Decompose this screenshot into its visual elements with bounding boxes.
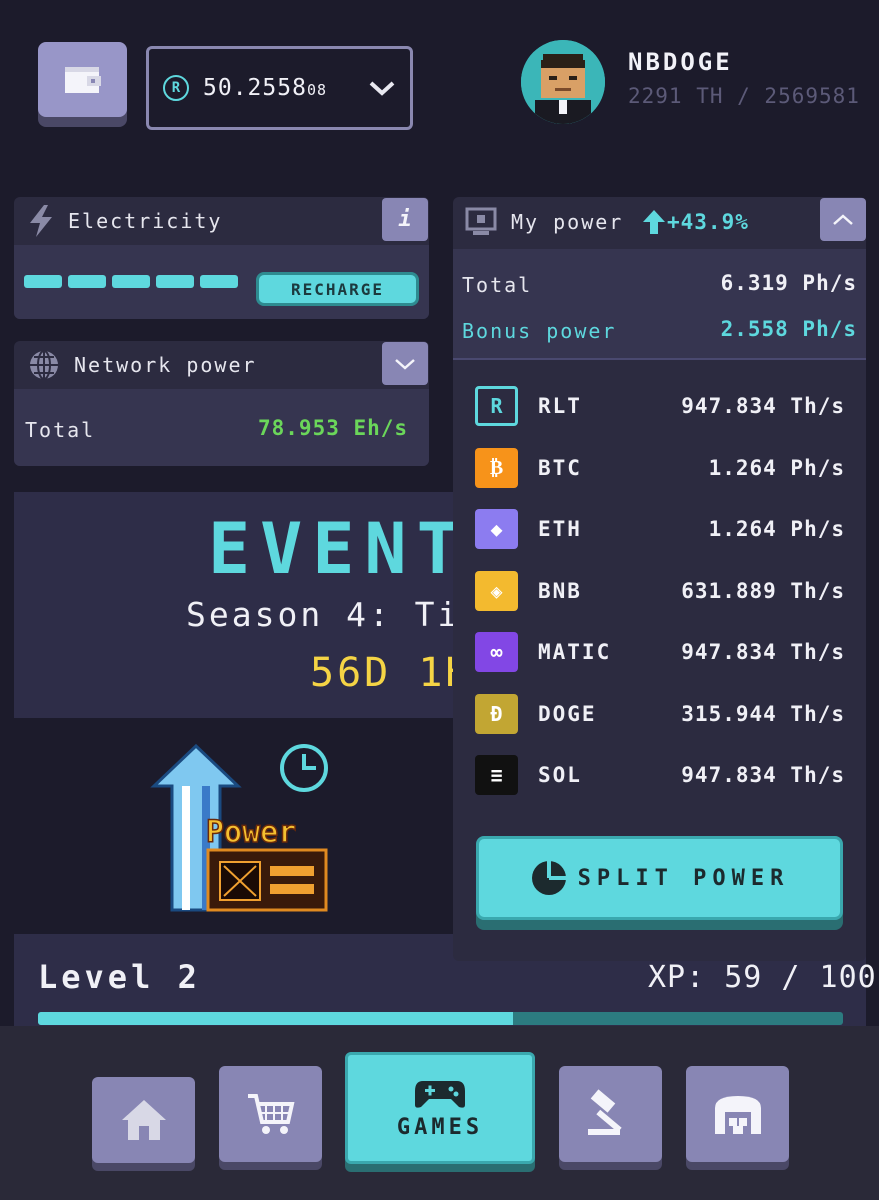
power-change-value: +43.9% [667, 210, 749, 234]
coin-row-sol: ≡ SOL 947.834 Th/s [475, 753, 845, 797]
cart-icon [247, 1094, 294, 1134]
chevron-up-icon [833, 213, 853, 225]
my-power-title: My power [511, 210, 624, 234]
chevron-down-icon [395, 358, 415, 370]
coin-name: SOL [538, 763, 582, 787]
xp-progress-bar [38, 1012, 843, 1025]
coin-row-rlt: R RLT 947.834 Th/s [475, 384, 845, 428]
nav-auction-button[interactable] [559, 1066, 662, 1162]
bnb-icon: ◈ [475, 570, 518, 611]
electricity-segment [24, 275, 62, 288]
my-power-total-label: Total [462, 273, 533, 297]
rlt-icon: R [475, 386, 518, 426]
nav-games-label: GAMES [396, 1114, 484, 1140]
network-total-label: Total [25, 418, 96, 442]
arrow-up-icon [643, 210, 665, 234]
chevron-down-icon [369, 81, 395, 96]
electricity-segment [112, 275, 150, 288]
split-power-label: SPLIT POWER [577, 865, 790, 891]
lightning-icon [30, 205, 52, 237]
coin-name: BNB [538, 578, 582, 603]
network-total-value: 78.953 Eh/s [258, 416, 409, 440]
xp-progress-fill [38, 1012, 513, 1025]
event-season: Season 4: Ti [186, 595, 461, 634]
eth-icon: ◆ [475, 509, 518, 549]
coin-name: DOGE [538, 701, 597, 726]
network-power-title: Network power [74, 353, 257, 377]
power-banner-text: Power [206, 815, 296, 850]
info-icon: i [398, 207, 412, 232]
coin-row-matic: ∞ MATIC 947.834 Th/s [475, 630, 845, 674]
electricity-segment [200, 275, 238, 288]
coin-power-value: 947.834 Th/s [681, 640, 845, 664]
coin-power-value: 315.944 Th/s [681, 701, 845, 726]
recharge-button[interactable]: RECHARGE [256, 272, 419, 306]
user-name: NBDOGE [628, 48, 733, 76]
wallet-button[interactable] [38, 42, 127, 117]
rlt-coin-icon: R [163, 75, 189, 101]
coin-row-doge: Ð DOGE 315.944 Th/s [475, 692, 845, 736]
coin-name: RLT [538, 394, 582, 418]
avatar[interactable] [521, 40, 605, 124]
event-title: EVENT [208, 508, 469, 590]
pie-chart-icon [531, 861, 566, 895]
doge-icon: Ð [475, 693, 518, 734]
electricity-title: Electricity [68, 209, 223, 233]
home-icon [121, 1100, 166, 1140]
coin-name: MATIC [538, 640, 612, 664]
bonus-power-value: 2.558 Ph/s [720, 317, 857, 341]
nav-games-button[interactable]: GAMES [345, 1052, 535, 1164]
coin-power-value: 947.834 Th/s [681, 394, 845, 418]
monitor-icon [465, 207, 497, 235]
globe-icon [30, 350, 58, 380]
my-power-collapse-button[interactable] [820, 198, 866, 241]
divider [453, 358, 866, 360]
coin-name: ETH [538, 517, 582, 541]
nav-store-button[interactable] [219, 1066, 322, 1162]
coin-power-value: 947.834 Th/s [681, 763, 845, 787]
btc-icon: ₿ [475, 447, 518, 488]
gavel-icon [587, 1089, 622, 1135]
wallet-icon [64, 66, 101, 93]
power-upgrade-image: Power [150, 743, 328, 912]
my-power-total-value: 6.319 Ph/s [720, 271, 857, 295]
warehouse-icon [714, 1096, 761, 1134]
xp-label: XP: 59 / 100 [648, 960, 877, 995]
electricity-segment [156, 275, 194, 288]
balance-selector[interactable]: R 50.255808 [146, 46, 413, 130]
gamepad-icon [415, 1080, 465, 1108]
balance-value: 50.255808 [203, 75, 327, 101]
coin-row-bnb: ◈ BNB 631.889 Th/s [475, 569, 845, 613]
network-expand-button[interactable] [382, 342, 428, 385]
coin-name: BTC [538, 455, 582, 480]
coin-row-btc: ₿ BTC 1.264 Ph/s [475, 446, 845, 490]
coin-row-eth: ◆ ETH 1.264 Ph/s [475, 507, 845, 551]
nav-home-button[interactable] [92, 1077, 195, 1163]
power-change: +43.9% [643, 210, 749, 234]
bonus-power-label: Bonus power [462, 319, 617, 343]
coin-power-value: 631.889 Th/s [681, 578, 845, 603]
sol-icon: ≡ [475, 755, 518, 795]
nav-warehouse-button[interactable] [686, 1066, 789, 1162]
electricity-segment [68, 275, 106, 288]
matic-icon: ∞ [475, 632, 518, 672]
coin-power-value: 1.264 Ph/s [708, 517, 845, 541]
coin-power-value: 1.264 Ph/s [708, 455, 845, 480]
network-power-panel: Network power [14, 341, 429, 466]
info-button[interactable]: i [382, 198, 428, 241]
level-label: Level 2 [38, 958, 201, 996]
user-rank: 2291 TH / 2569581 [628, 84, 860, 108]
split-power-button[interactable]: SPLIT POWER [476, 836, 843, 920]
event-timer: 56D 1H [310, 650, 473, 696]
